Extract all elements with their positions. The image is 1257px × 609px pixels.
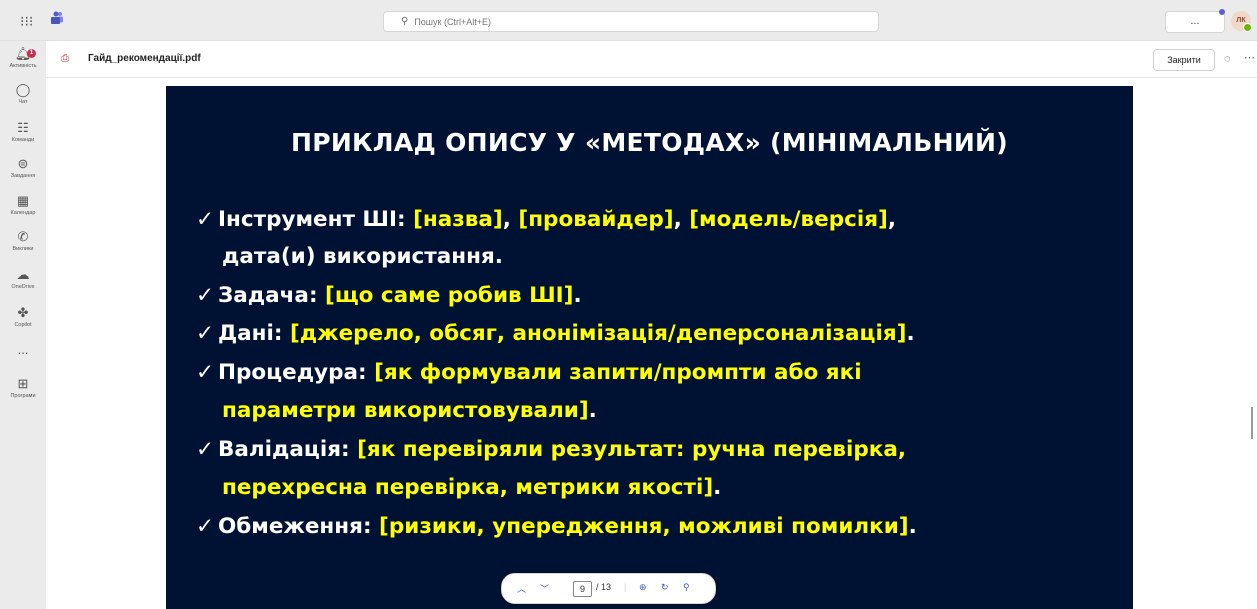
slide-line-2: ✓ Задача: [що саме робив ШІ]. — [196, 283, 582, 308]
scrollbar-thumb[interactable] — [1251, 407, 1253, 439]
page-navigation-bar: ︿ ﹀ 9 / 13 | ⊕ ↻ ⚲ — [501, 573, 716, 604]
punctuation: . — [713, 475, 722, 500]
label: Задача: — [218, 283, 326, 308]
rail-item-calendar[interactable]: ▦ Календар — [0, 193, 46, 217]
label: Процедура: — [218, 360, 375, 385]
check-icon: ✓ — [196, 321, 215, 346]
phone-icon: ✆ — [17, 229, 29, 244]
rail-label: Виклики — [12, 246, 34, 252]
separator: , — [502, 207, 519, 232]
placeholder: перехресна перевірка, метрики якості] — [222, 475, 714, 500]
check-icon: ✓ — [196, 283, 215, 308]
placeholder: [як формували запити/промпти або які — [374, 360, 862, 385]
more-options-button[interactable]: ... — [1165, 11, 1225, 33]
copilot-icon: ✤ — [17, 305, 29, 320]
zoom-in-icon[interactable]: ⊕ — [639, 582, 647, 593]
placeholder: [назва] — [413, 207, 503, 232]
punctuation: . — [906, 321, 915, 346]
check-icon: ✓ — [196, 437, 215, 462]
punctuation: . — [908, 514, 917, 539]
notification-dot — [1219, 9, 1225, 15]
bell-icon: 🔔︎ — [14, 46, 32, 61]
punctuation: . — [573, 283, 582, 308]
rail-label: Команди — [11, 137, 35, 143]
chevron-up-icon[interactable]: ︿ — [517, 582, 526, 595]
rail-label: Програми — [10, 393, 36, 399]
page-total: / 13 — [596, 582, 612, 592]
cloud-icon: ☁ — [16, 267, 30, 282]
rail-item-copilot[interactable]: ✤ Copilot — [0, 305, 46, 329]
punctuation: . — [588, 398, 597, 423]
placeholder: [як перевіряли результат: ручна перевірк… — [357, 437, 907, 462]
slide-line-4b: параметри використовували]. — [222, 398, 597, 423]
rail-item-apps[interactable]: ⊞ Програми — [0, 376, 46, 400]
file-name: Гайд_рекомендації.pdf — [88, 53, 201, 64]
rail-item-more[interactable]: ... — [0, 343, 46, 357]
label: Інструмент ШІ: — [218, 207, 414, 232]
rotate-icon[interactable]: ↻ — [661, 582, 669, 593]
rail-label: Чат — [18, 99, 28, 105]
status-indicator — [1243, 23, 1252, 32]
file-header: ⎙ Гайд_рекомендації.pdf Закрити ◌ ⋯ — [46, 41, 1257, 78]
search-input[interactable]: ⚲ Пошук (Ctrl+Alt+E) — [383, 11, 879, 32]
slide-line-6: ✓ Обмеження: [ризики, упередження, можлив… — [196, 514, 917, 539]
separator: , — [673, 207, 690, 232]
more-icon: ... — [17, 342, 29, 357]
app-launcher-icon[interactable]: ⁝⁝⁝ — [20, 13, 33, 30]
page-number-input[interactable]: 9 — [573, 581, 592, 597]
check-icon: ✓ — [196, 514, 215, 539]
activity-badge: 1 — [27, 49, 36, 58]
avatar[interactable]: ЛК — [1231, 11, 1252, 32]
label: Дані: — [218, 321, 290, 346]
rail-label: Календар — [10, 210, 36, 216]
pdf-viewer: ПРИКЛАД ОПИСУ У «МЕТОДАХ» (МІНІМАЛЬНИЙ) … — [46, 78, 1257, 609]
punctuation: , — [887, 207, 897, 232]
apps-icon: ⊞ — [17, 376, 29, 391]
placeholder: [що саме робив ШІ] — [325, 283, 574, 308]
pdf-page-slide: ПРИКЛАД ОПИСУ У «МЕТОДАХ» (МІНІМАЛЬНИЙ) … — [166, 86, 1133, 609]
placeholder: [модель/версія] — [689, 207, 888, 232]
teams-logo-icon[interactable] — [50, 11, 64, 25]
slide-line-4: ✓ Процедура: [як формували запити/промпти… — [196, 360, 862, 385]
rail-item-teams[interactable]: ☷ Команди — [0, 120, 46, 144]
tasks-icon: ⊜ — [17, 156, 29, 171]
rail-label: Активність — [9, 63, 37, 69]
rail-item-chat[interactable]: ◯ Чат — [0, 82, 46, 106]
label: Валідація: — [218, 437, 358, 462]
label: Обмеження: — [218, 514, 380, 539]
pdf-file-icon: ⎙ — [61, 53, 69, 64]
rail-label: Завдання — [10, 173, 36, 179]
slide-line-5: ✓ Валідація: [як перевіряли результат: ру… — [196, 437, 906, 462]
slide-line-1b: дата(и) використання. — [222, 244, 503, 269]
more-actions-icon[interactable]: ⋯ — [1244, 51, 1255, 64]
placeholder: [джерело, обсяг, анонімізація/деперсонал… — [289, 321, 907, 346]
chevron-down-icon[interactable]: ﹀ — [540, 582, 549, 595]
top-bar: ⁝⁝⁝ ⚲ Пошук (Ctrl+Alt+E) ... ЛК — [0, 0, 1257, 41]
slide-line-1: ✓ Інструмент ШІ: [назва], [провайдер], [м… — [196, 207, 896, 232]
check-icon: ✓ — [196, 360, 215, 385]
rail-item-calls[interactable]: ✆ Виклики — [0, 229, 46, 253]
search-icon: ⚲ — [401, 16, 409, 27]
find-icon[interactable]: ⚲ — [683, 582, 690, 593]
conversation-icon[interactable]: ◌ — [1224, 53, 1231, 65]
slide-line-5b: перехресна перевірка, метрики якості]. — [222, 475, 721, 500]
rail-label: OneDrive — [11, 284, 35, 290]
rail-item-tasks[interactable]: ⊜ Завдання — [0, 156, 46, 180]
rail-item-activity[interactable]: 🔔︎ 1 Активність — [0, 46, 46, 70]
divider: | — [624, 582, 627, 592]
check-icon: ✓ — [196, 207, 215, 232]
placeholder: [ризики, упередження, можливі помилки] — [379, 514, 909, 539]
chat-icon: ◯ — [15, 82, 31, 97]
rail-item-onedrive[interactable]: ☁ OneDrive — [0, 267, 46, 291]
teams-icon: ☷ — [17, 120, 29, 135]
calendar-icon: ▦ — [16, 193, 30, 208]
placeholder: параметри використовували] — [222, 398, 589, 423]
rail-label: Copilot — [14, 322, 32, 328]
slide-line-3: ✓ Дані: [джерело, обсяг, анонімізація/деп… — [196, 321, 915, 346]
close-button[interactable]: Закрити — [1153, 49, 1215, 71]
left-app-rail: 🔔︎ 1 Активність ◯ Чат ☷ Команди ⊜ Завдан… — [0, 41, 46, 609]
placeholder: [провайдер] — [518, 207, 674, 232]
slide-title: ПРИКЛАД ОПИСУ У «МЕТОДАХ» (МІНІМАЛЬНИЙ) — [290, 128, 1008, 157]
search-placeholder: Пошук (Ctrl+Alt+E) — [414, 16, 491, 27]
